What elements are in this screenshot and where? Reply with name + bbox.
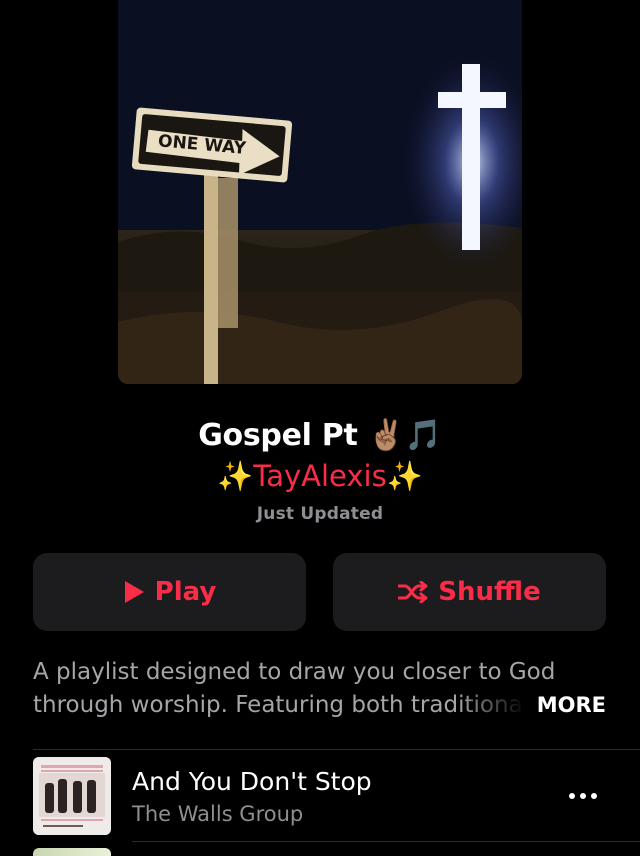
- album-art-image: [33, 757, 111, 835]
- shuffle-button[interactable]: Shuffle: [333, 553, 606, 631]
- more-dots-icon[interactable]: [566, 786, 600, 806]
- track-title: And You Don't Stop: [132, 767, 372, 796]
- description-line-2: through worship. Featuring both traditio…: [33, 689, 608, 722]
- next-track-artwork: [33, 848, 111, 856]
- playlist-title: Gospel Pt ✌🏽🎵: [198, 418, 442, 453]
- track-row[interactable]: And You Don't Stop The Walls Group: [0, 750, 640, 842]
- dot: [580, 793, 586, 799]
- track-artist: The Walls Group: [132, 802, 304, 826]
- playlist-curator-link[interactable]: ✨TayAlexis✨: [0, 456, 640, 496]
- dot: [591, 793, 597, 799]
- description-more-button[interactable]: MORE: [537, 689, 606, 722]
- shuffle-button-label: Shuffle: [438, 577, 541, 607]
- play-button-label: Play: [154, 577, 217, 607]
- dot: [569, 793, 575, 799]
- track-artwork: [33, 757, 111, 835]
- cross-icon: [462, 64, 480, 250]
- divider: [132, 841, 640, 842]
- playlist-header: Gospel Pt ✌🏽🎵 ✨TayAlexis✨ Just Updated: [0, 412, 640, 528]
- artwork-image: ONE WAY: [118, 0, 522, 384]
- shuffle-icon: [398, 581, 428, 603]
- play-icon: [124, 581, 144, 603]
- play-button[interactable]: Play: [33, 553, 306, 631]
- playlist-description[interactable]: A playlist designed to draw you closer t…: [33, 656, 608, 722]
- description-line-1: A playlist designed to draw you closer t…: [33, 659, 556, 685]
- playlist-artwork: ONE WAY: [118, 0, 522, 384]
- playlist-status: Just Updated: [256, 504, 384, 524]
